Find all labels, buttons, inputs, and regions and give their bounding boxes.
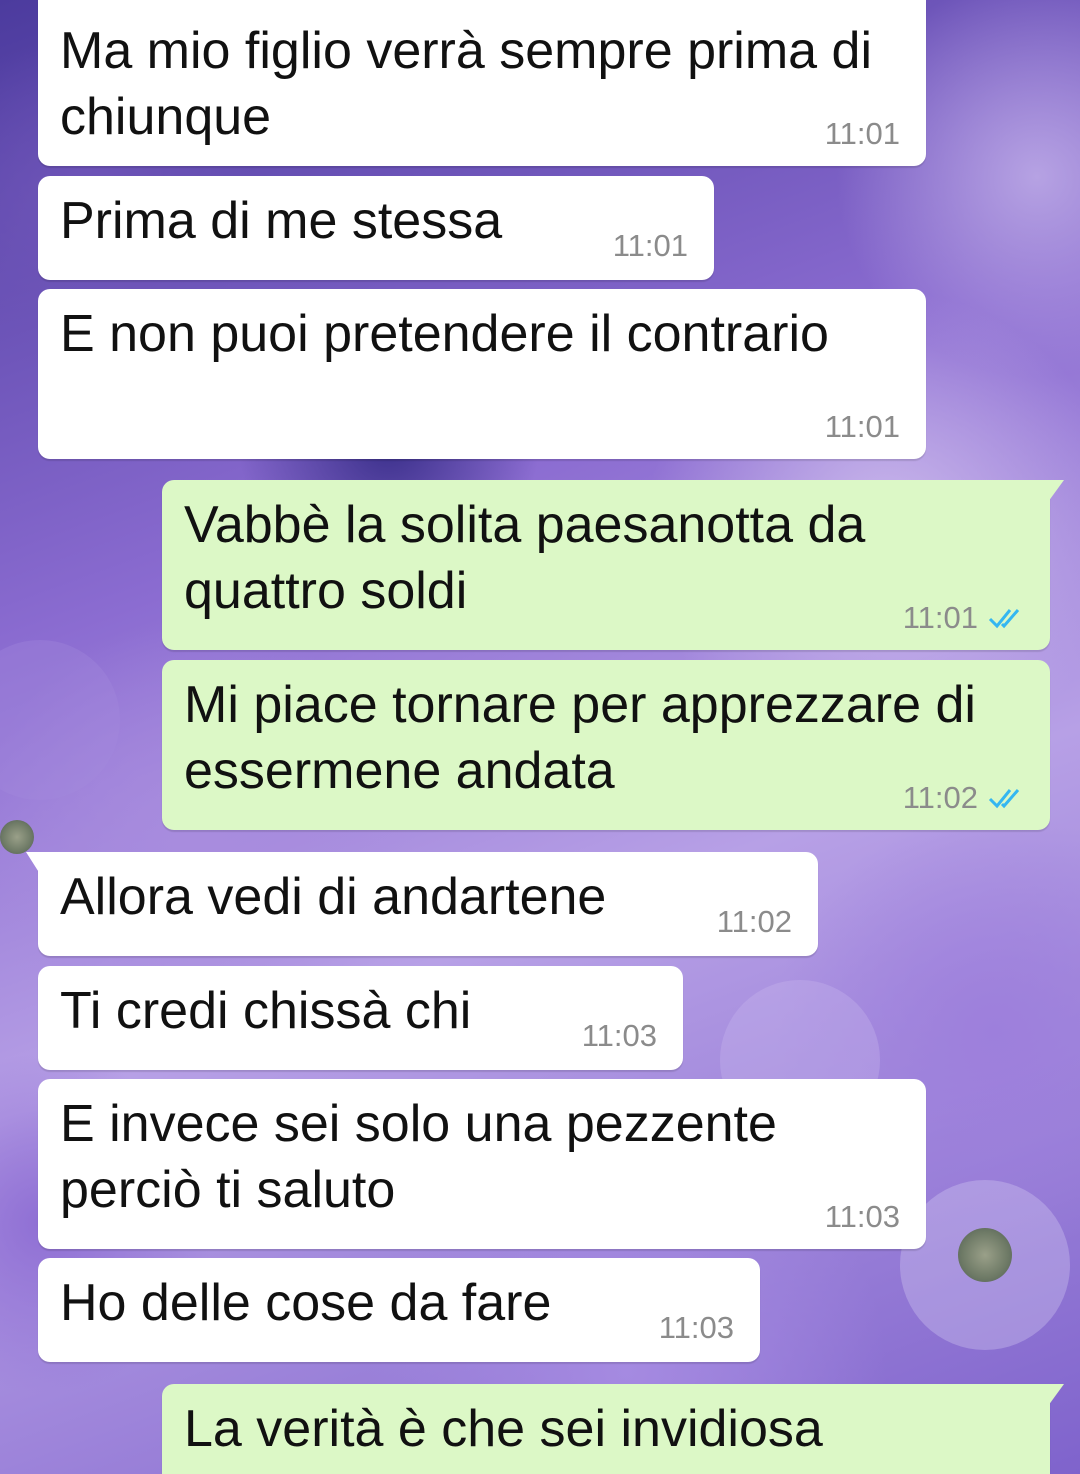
message-time: 11:01 xyxy=(612,228,688,263)
message-text: Ho delle cose da fare xyxy=(60,1274,552,1332)
message-text: Ma mio figlio verrà sempre prima di chiu… xyxy=(60,22,873,146)
wallpaper-petal xyxy=(0,640,120,800)
message-text: Allora vedi di andartene xyxy=(60,868,607,926)
wallpaper-flower-center xyxy=(0,820,34,854)
message-bubble-outgoing[interactable]: Vabbè la solita paesanotta da quattro so… xyxy=(162,480,1064,650)
message-time: 11:03 xyxy=(581,1018,657,1053)
message-time: 11:03 xyxy=(658,1310,734,1345)
message-text: Ti credi chissà chi xyxy=(60,982,472,1040)
message-time: 11:02 xyxy=(902,780,978,815)
message-time: 11:03 xyxy=(824,1199,900,1234)
bubble-tail xyxy=(1048,480,1064,502)
bubble-tail xyxy=(1048,1384,1064,1406)
message-bubble-outgoing[interactable]: Mi piace tornare per apprezzare di esser… xyxy=(162,660,1050,830)
message-text: Prima di me stessa xyxy=(60,192,503,250)
double-check-icon xyxy=(988,789,1020,809)
message-bubble-incoming[interactable]: Allora vedi di andartene 11:02 xyxy=(26,852,818,956)
message-bubble-incoming[interactable]: E invece sei solo una pezzente perciò ti… xyxy=(38,1079,926,1249)
message-time: 11:01 xyxy=(824,409,900,444)
message-bubble-incoming[interactable]: E non puoi pretendere il contrario 11:01 xyxy=(38,289,926,459)
message-text: E invece sei solo una pezzente perciò ti… xyxy=(60,1095,777,1219)
message-text: Vabbè la solita paesanotta da quattro so… xyxy=(184,496,866,620)
message-time: 11:01 xyxy=(824,116,900,151)
message-text: E non puoi pretendere il contrario xyxy=(60,305,829,363)
double-check-icon xyxy=(988,609,1020,629)
message-time: 11:02 xyxy=(716,904,792,939)
wallpaper-flower-center xyxy=(958,1228,1012,1282)
bubble-tail xyxy=(26,852,40,874)
message-text: La verità è che sei invidiosa xyxy=(184,1400,823,1458)
message-time: 11:01 xyxy=(902,600,978,635)
message-bubble-incoming[interactable]: Ho delle cose da fare 11:03 xyxy=(38,1258,760,1362)
message-bubble-incoming[interactable]: Ti credi chissà chi 11:03 xyxy=(38,966,683,1070)
message-bubble-incoming[interactable]: Prima di me stessa 11:01 xyxy=(38,176,714,280)
message-bubble-incoming[interactable]: Ma mio figlio verrà sempre prima di chiu… xyxy=(38,0,926,166)
message-bubble-outgoing[interactable]: La verità è che sei invidiosa xyxy=(162,1384,1064,1474)
